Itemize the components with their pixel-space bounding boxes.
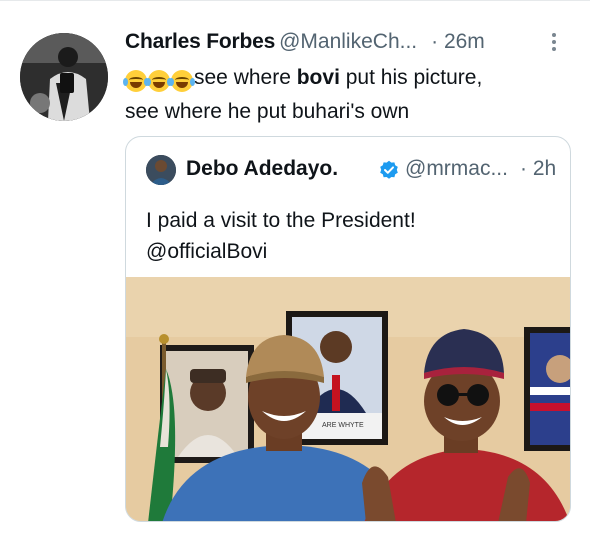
quoted-tweet-timestamp[interactable]: · 2h xyxy=(520,157,556,181)
tweet-text-bold: bovi xyxy=(296,66,340,89)
photo-frame-caption: ARE WHYTE xyxy=(322,422,364,429)
quoted-author-avatar[interactable] xyxy=(146,155,176,185)
quoted-tweet[interactable]: Debo Adedayo. @mrmac... · 2h I paid a vi… xyxy=(125,136,571,522)
quoted-text-line1: I paid a visit to the President! xyxy=(146,209,416,232)
quoted-tweet-photo[interactable]: ARE WHYTE xyxy=(126,277,570,521)
tweet[interactable]: Charles Forbes @ManlikeCh... · 26m see whe… xyxy=(0,0,590,538)
face-with-tears-of-joy-emoji xyxy=(123,70,149,93)
tweet-text: see where bovi put his picture, see wher… xyxy=(123,62,575,127)
emoji-group xyxy=(123,65,195,96)
tweet-text-part2: put his picture, xyxy=(339,66,483,89)
face-with-tears-of-joy-emoji xyxy=(146,70,172,93)
face-with-tears-of-joy-emoji xyxy=(169,70,195,93)
verified-badge-icon xyxy=(379,160,399,180)
quoted-author-handle[interactable]: @mrmac... xyxy=(405,157,508,181)
quoted-tweet-header: Debo Adedayo. @mrmac... · 2h xyxy=(146,155,556,185)
tweet-header: Charles Forbes @ManlikeCh... · 26m xyxy=(125,30,575,60)
quoted-author-name[interactable]: Debo Adedayo. xyxy=(186,157,338,181)
quoted-tweet-text: I paid a visit to the President! @offici… xyxy=(146,205,556,267)
tweet-text-line2: see where he put buhari's own xyxy=(125,100,410,123)
quoted-text-mention[interactable]: @officialBovi xyxy=(146,240,267,263)
more-vertical-icon[interactable] xyxy=(551,33,557,55)
tweet-timestamp[interactable]: · 26m xyxy=(431,30,485,53)
tweet-text-part1: see where xyxy=(194,66,297,89)
author-name[interactable]: Charles Forbes xyxy=(125,30,275,53)
author-avatar[interactable] xyxy=(20,33,108,121)
author-handle[interactable]: @ManlikeCh... xyxy=(279,30,417,53)
